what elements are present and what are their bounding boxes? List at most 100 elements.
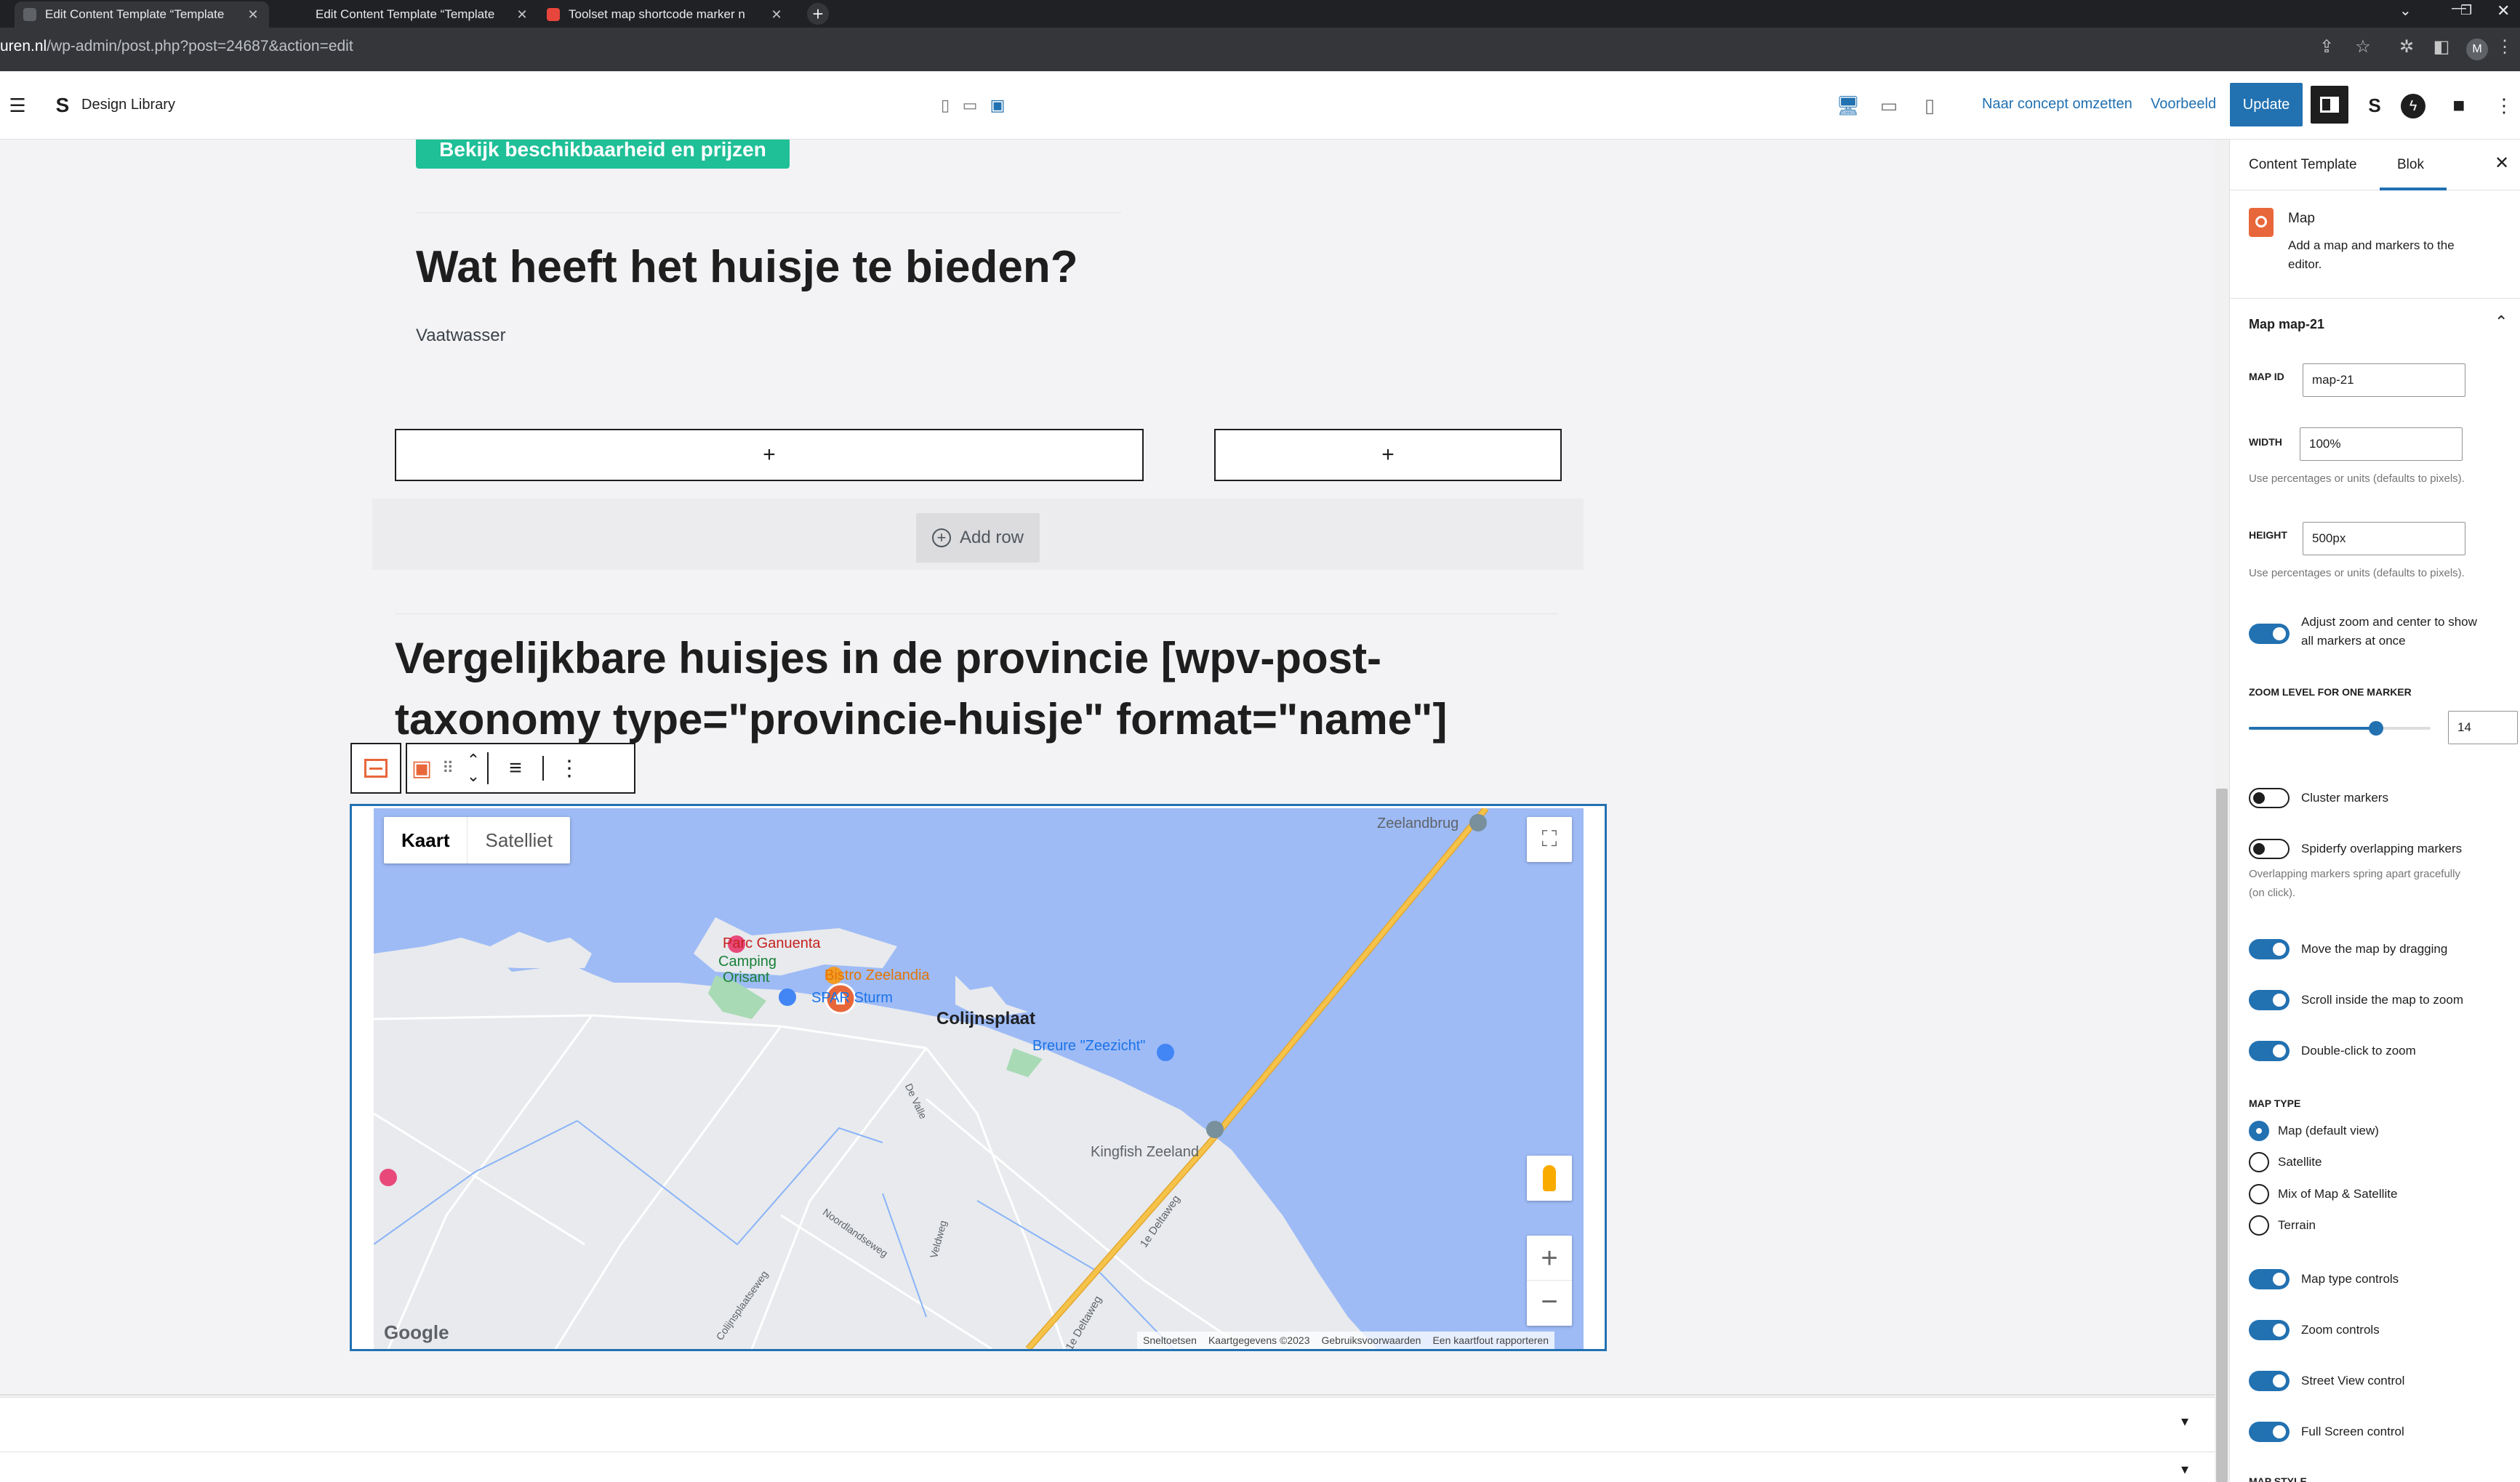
adjust-zoom-toggle[interactable] xyxy=(2249,624,2290,644)
styles-plugin-icon[interactable]: S xyxy=(2359,89,2391,121)
drag-toggle[interactable] xyxy=(2249,939,2290,959)
map-type-option: Satellite xyxy=(2278,1155,2322,1169)
column-appender-right[interactable]: + xyxy=(1214,429,1562,481)
update-button[interactable]: Update xyxy=(2230,83,2303,126)
place-pin-icon[interactable] xyxy=(1469,814,1487,831)
map-type-satelliet[interactable]: Satelliet xyxy=(467,817,570,863)
scroll-zoom-label: Scroll inside the map to zoom xyxy=(2301,993,2463,1007)
map-type-radio-terrain[interactable] xyxy=(2249,1215,2269,1236)
heading-what-offers[interactable]: Wat heeft het huisje te bieden? xyxy=(416,241,1078,293)
chevron-up-icon[interactable]: ⌃ xyxy=(2495,313,2508,331)
map-type-control: Kaart Satelliet xyxy=(384,817,570,863)
spiderfy-toggle[interactable] xyxy=(2249,839,2290,859)
close-tab-icon[interactable]: ✕ xyxy=(769,7,784,23)
profile-avatar[interactable]: M xyxy=(2466,39,2488,60)
bookmark-star-icon[interactable]: ☆ xyxy=(2352,36,2374,57)
fullscreen-icon[interactable]: ⛶ xyxy=(1527,817,1572,862)
chevron-down-icon[interactable]: ▾ xyxy=(2181,1412,2188,1430)
browser-menu-icon[interactable]: ⋮ xyxy=(2494,36,2516,57)
restore-icon[interactable]: ❐ xyxy=(2460,3,2472,18)
amenity-text[interactable]: Vaatwasser xyxy=(416,326,506,346)
panel-title[interactable]: Map map-21 xyxy=(2249,317,2324,332)
map-type-radio-mix[interactable] xyxy=(2249,1184,2269,1204)
tab-block[interactable]: Blok xyxy=(2397,157,2424,173)
chevron-down-icon[interactable]: ▾ xyxy=(2181,1460,2188,1478)
keyboard-shortcuts-link[interactable]: Sneltoetsen xyxy=(1143,1332,1197,1349)
close-tab-icon[interactable]: ✕ xyxy=(515,7,529,23)
map-label-town: Colijnsplaat xyxy=(936,1009,1036,1028)
site-title[interactable]: Design Library xyxy=(81,97,175,113)
editor-header: ☰ S Design Library ▯ ▭ ▣ 🖥 ▭ ▯ Naar conc… xyxy=(0,71,2520,140)
switch-to-draft-link[interactable]: Naar concept omzetten xyxy=(1982,96,2132,113)
url-text[interactable]: uren.nl/wp-admin/post.php?post=24687&act… xyxy=(0,38,353,55)
close-tab-icon[interactable]: ✕ xyxy=(246,7,260,23)
columns-block-icon xyxy=(364,759,388,778)
map-label-spar: SPAR Sturm xyxy=(811,990,893,1006)
zoom-out-icon[interactable]: − xyxy=(1527,1281,1572,1326)
zoom-slider-thumb[interactable] xyxy=(2369,721,2383,736)
lightning-icon[interactable]: ϟ xyxy=(2401,94,2425,118)
google-map[interactable]: Zeelandbrug Parc Ganuenta Camping Orisan… xyxy=(374,808,1584,1349)
map-block-icon[interactable]: ▣ xyxy=(407,756,436,781)
close-sidebar-icon[interactable]: ✕ xyxy=(2495,153,2509,174)
settings-sidebar-button[interactable] xyxy=(2311,86,2348,124)
browser-tab[interactable]: Toolset map shortcode marker n ✕ xyxy=(538,1,792,28)
cluster-markers-toggle[interactable] xyxy=(2249,788,2290,808)
tab-content-template[interactable]: Content Template xyxy=(2249,157,2357,173)
mobile-view-icon[interactable]: ▯ xyxy=(1914,89,1946,121)
more-options-icon[interactable]: ⋮ xyxy=(544,756,595,781)
side-panel-icon[interactable]: ◧ xyxy=(2431,36,2452,57)
chevron-down-icon[interactable]: ⌄ xyxy=(2399,1,2412,20)
map-block[interactable]: Zeelandbrug Parc Ganuenta Camping Orisan… xyxy=(350,804,1607,1351)
hotel-pin-icon[interactable] xyxy=(380,1169,397,1186)
width-input[interactable]: 100% xyxy=(2300,427,2463,461)
preview-link[interactable]: Voorbeeld xyxy=(2151,96,2216,113)
spiderfy-help: (on click). xyxy=(2249,887,2296,899)
map-type-controls-toggle[interactable] xyxy=(2249,1269,2290,1289)
share-icon[interactable]: ⇪ xyxy=(2316,36,2338,57)
shop-pin-icon[interactable] xyxy=(779,988,796,1006)
zoom-level-input[interactable]: 14 xyxy=(2448,711,2518,744)
street-view-pegman-icon[interactable] xyxy=(1527,1156,1572,1201)
place-pin-icon[interactable] xyxy=(1206,1121,1224,1138)
scroll-zoom-toggle[interactable] xyxy=(2249,990,2290,1010)
options-menu-icon[interactable]: ⋮ xyxy=(2488,89,2520,121)
report-error-link[interactable]: Een kaartfout rapporteren xyxy=(1432,1332,1549,1349)
desktop-preview-icon[interactable]: ▣ xyxy=(982,89,1014,121)
map-type-radio-satellite[interactable] xyxy=(2249,1152,2269,1172)
heading-similar-houses[interactable]: Vergelijkbare huisjes in de provincie [w… xyxy=(395,628,1447,750)
plugin-block-icon[interactable]: ■ xyxy=(2443,89,2475,121)
full-screen-toggle[interactable] xyxy=(2249,1422,2290,1442)
parent-block-button[interactable] xyxy=(350,743,401,794)
move-up-down-icon[interactable]: ⌃ ⌄ xyxy=(460,752,489,784)
shop-pin-icon[interactable] xyxy=(1157,1044,1174,1061)
zoom-in-icon[interactable]: + xyxy=(1527,1236,1572,1281)
height-input[interactable]: 500px xyxy=(2303,522,2465,555)
column-appender-left[interactable]: + xyxy=(395,429,1144,481)
dblclick-zoom-toggle[interactable] xyxy=(2249,1041,2290,1061)
extensions-icon[interactable]: ✲ xyxy=(2396,36,2417,57)
street-view-toggle[interactable] xyxy=(2249,1371,2290,1391)
drag-handle-icon[interactable]: ⠿ xyxy=(436,759,460,778)
map-type-radio-default[interactable] xyxy=(2249,1121,2269,1141)
terms-link[interactable]: Gebruiksvoorwaarden xyxy=(1321,1332,1421,1349)
map-canvas[interactable] xyxy=(374,808,1584,1349)
new-tab-icon[interactable]: + xyxy=(807,3,829,25)
browser-tab-active[interactable]: Edit Content Template “Template ✕ xyxy=(15,1,269,28)
align-icon[interactable]: ≡ xyxy=(489,756,544,781)
availability-button[interactable]: Bekijk beschikbaarheid en prijzen xyxy=(416,140,790,169)
address-bar[interactable]: uren.nl/wp-admin/post.php?post=24687&act… xyxy=(0,28,2520,71)
desktop-view-icon[interactable]: 🖥 xyxy=(1832,89,1864,121)
add-row-button[interactable]: + Add row xyxy=(916,513,1040,563)
map-data-text: Kaartgegevens ©2023 xyxy=(1208,1334,1310,1346)
tablet-view-icon[interactable]: ▭ xyxy=(1873,89,1905,121)
browser-tab[interactable]: Edit Content Template “Template ✕ xyxy=(291,1,538,28)
zoom-slider-fill xyxy=(2249,727,2376,730)
close-window-icon[interactable]: ✕ xyxy=(2497,1,2510,20)
map-type-kaart[interactable]: Kaart xyxy=(384,817,467,863)
map-id-input[interactable]: map-21 xyxy=(2303,363,2465,397)
document-overview-icon[interactable]: ☰ xyxy=(1,89,33,121)
zoom-slider-track[interactable] xyxy=(2249,721,2431,736)
zoom-controls-toggle[interactable] xyxy=(2249,1320,2290,1340)
canvas-scrollbar-thumb[interactable] xyxy=(2216,789,2228,1482)
